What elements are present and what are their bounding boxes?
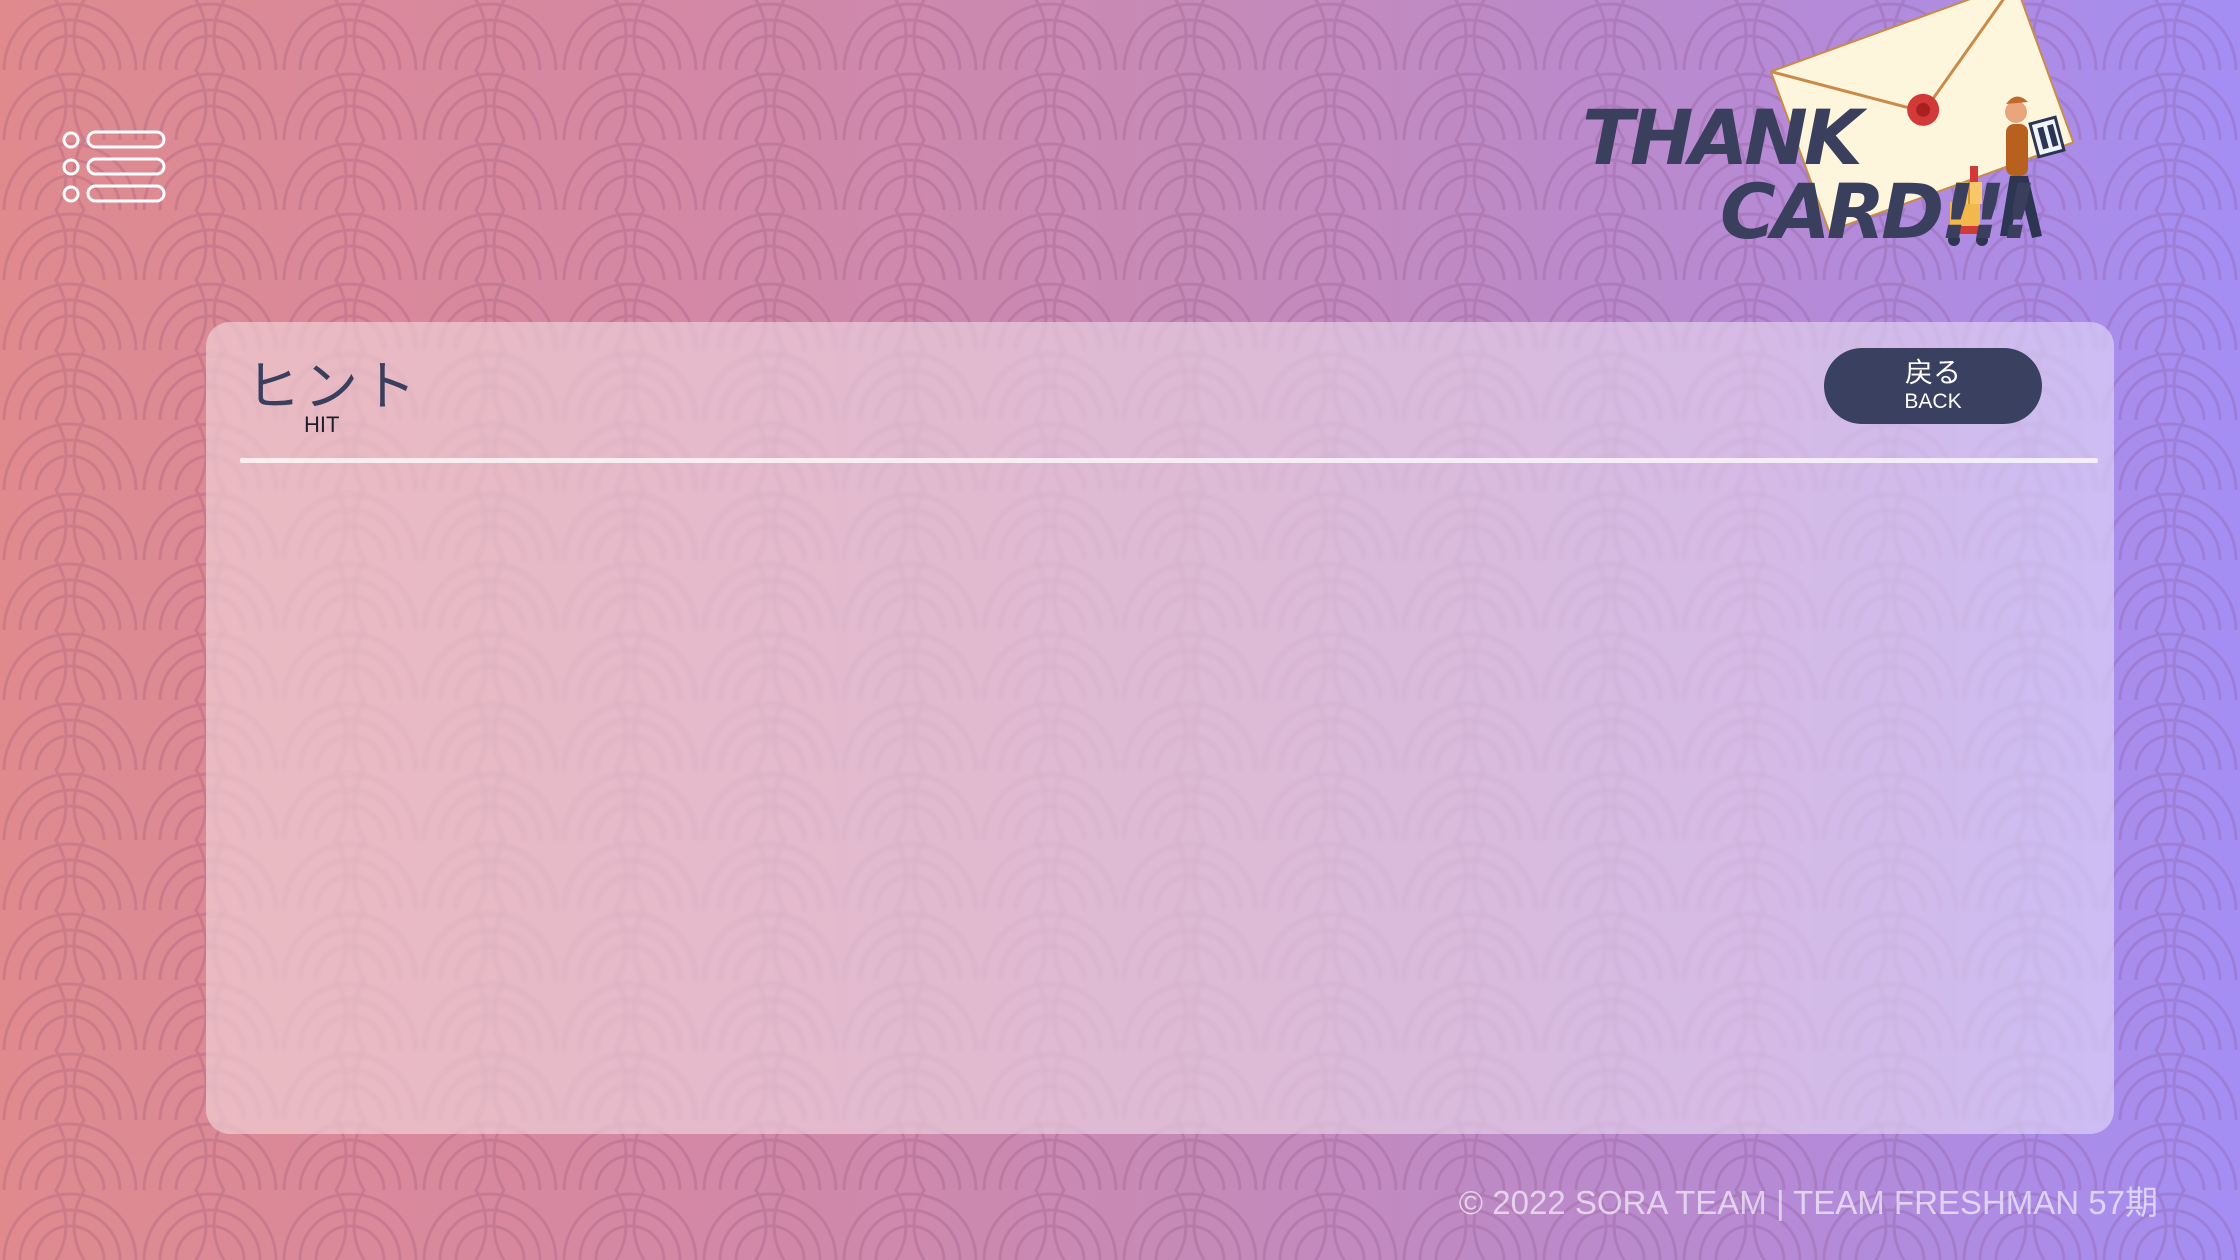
panel-divider — [240, 458, 2098, 463]
footer-copyright: © 2022 SORA TEAM | TEAM FRESHMAN 57期 — [1458, 1184, 2158, 1221]
page-title: ヒント — [246, 355, 420, 418]
thank-card-logo: THANK CARD!!! — [1570, 0, 2110, 260]
list-menu-icon — [62, 130, 166, 203]
back-button-sublabel: BACK — [1904, 389, 1962, 413]
menu-button[interactable] — [60, 128, 170, 208]
back-button[interactable]: 戻る BACK — [1824, 348, 2042, 424]
logo-text-line1: THANK — [1582, 93, 1863, 182]
hint-panel: ヒント HIT 戻る BACK — [206, 322, 2114, 1134]
back-button-label: 戻る — [1904, 356, 1961, 389]
logo-text-line2: CARD!!! — [1720, 167, 2036, 256]
page-subtitle: HIT — [304, 412, 340, 437]
